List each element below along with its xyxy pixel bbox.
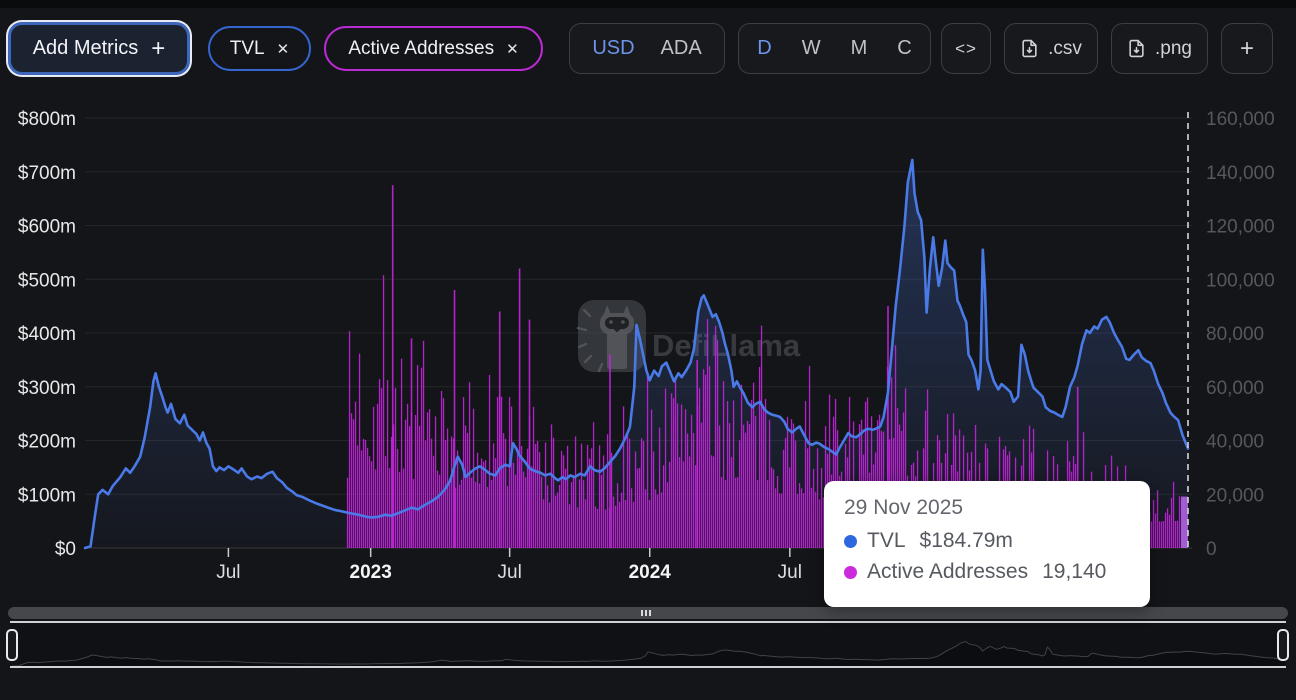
svg-text:60,000: 60,000 <box>1206 378 1264 399</box>
active-addresses-dot-icon <box>844 566 857 579</box>
tooltip-row-active-addresses: Active Addresses 19,140 <box>844 560 1130 584</box>
close-icon[interactable]: ✕ <box>506 40 519 58</box>
download-file-icon <box>1020 39 1039 58</box>
add-metrics-label: Add Metrics <box>33 37 139 60</box>
svg-text:$600m: $600m <box>18 217 76 238</box>
metric-pill-active-addresses[interactable]: Active Addresses ✕ <box>324 26 543 71</box>
highlighted-bar <box>1181 497 1188 548</box>
svg-text:160,000: 160,000 <box>1206 109 1275 130</box>
export-png-label: .png <box>1155 38 1192 60</box>
y-axis-right: 160,000 140,000 120,000 100,000 80,000 60,000… <box>1206 109 1275 560</box>
interval-option-weekly[interactable]: W <box>802 37 821 60</box>
defillama-chart-app: $800m $700m $600m $500m $400m $300m $200m $100m… <box>0 0 1296 700</box>
svg-text:$500m: $500m <box>18 270 76 291</box>
download-file-icon <box>1127 39 1146 58</box>
navigator-right-handle[interactable] <box>1277 629 1289 661</box>
svg-text:0: 0 <box>1206 539 1217 560</box>
chart-tooltip: 29 Nov 2025 TVL $184.79m Active Addresse… <box>824 481 1150 607</box>
tooltip-active-addresses-label: Active Addresses <box>867 560 1028 584</box>
plus-icon: + <box>1240 35 1254 63</box>
svg-text:$300m: $300m <box>18 378 76 399</box>
svg-text:Jul: Jul <box>778 562 802 583</box>
svg-text:$0: $0 <box>55 539 76 560</box>
currency-option-ada[interactable]: ADA <box>661 37 702 60</box>
x-axis: Jul 2023 Jul 2024 Jul <box>216 548 802 583</box>
navigator-bottom-border <box>10 666 1286 668</box>
code-icon: <> <box>955 39 977 59</box>
currency-option-usd[interactable]: USD <box>592 37 634 60</box>
tvl-dot-icon <box>844 535 857 548</box>
svg-text:$800m: $800m <box>18 109 76 130</box>
svg-text:$100m: $100m <box>18 485 76 506</box>
navigator-silhouette[interactable] <box>10 623 1286 666</box>
metric-pill-tvl[interactable]: TVL ✕ <box>208 26 311 71</box>
svg-text:2023: 2023 <box>350 562 392 583</box>
close-icon[interactable]: ✕ <box>277 40 290 58</box>
svg-text:$700m: $700m <box>18 163 76 184</box>
svg-text:$200m: $200m <box>18 432 76 453</box>
add-chart-button[interactable]: + <box>1221 23 1273 74</box>
currency-toggle: USD ADA <box>569 23 725 74</box>
svg-text:140,000: 140,000 <box>1206 163 1275 184</box>
navigator-left-handle[interactable] <box>6 629 18 661</box>
y-axis-left: $800m $700m $600m $500m $400m $300m $200m $100m… <box>18 109 76 560</box>
scrollbar-grip-icon[interactable] <box>641 610 651 616</box>
tooltip-date: 29 Nov 2025 <box>844 496 1130 520</box>
tooltip-tvl-value: $184.79m <box>920 529 1013 553</box>
svg-text:40,000: 40,000 <box>1206 432 1264 453</box>
add-metrics-button[interactable]: Add Metrics + <box>8 22 190 75</box>
svg-text:$400m: $400m <box>18 324 76 345</box>
tooltip-row-tvl: TVL $184.79m <box>844 529 1130 553</box>
chart-scrollbar[interactable] <box>8 607 1288 619</box>
tooltip-active-addresses-value: 19,140 <box>1042 560 1106 584</box>
metric-pill-tvl-label: TVL <box>230 38 265 60</box>
svg-text:20,000: 20,000 <box>1206 485 1264 506</box>
export-csv-label: .csv <box>1048 38 1082 60</box>
interval-toggle: D W M C <box>738 23 931 74</box>
interval-option-cumulative[interactable]: C <box>897 37 911 60</box>
svg-text:Jul: Jul <box>498 562 522 583</box>
interval-option-daily[interactable]: D <box>757 37 771 60</box>
defillama-watermark: DefiLlama <box>578 300 801 372</box>
export-csv-button[interactable]: .csv <box>1004 23 1098 74</box>
svg-text:Jul: Jul <box>216 562 240 583</box>
svg-text:100,000: 100,000 <box>1206 270 1275 291</box>
export-png-button[interactable]: .png <box>1111 23 1208 74</box>
navigator-top-border <box>10 621 1286 623</box>
interval-option-monthly[interactable]: M <box>851 37 868 60</box>
metric-pill-active-addresses-label: Active Addresses <box>348 38 494 60</box>
embed-code-button[interactable]: <> <box>941 23 991 74</box>
svg-text:2024: 2024 <box>629 562 672 583</box>
svg-text:80,000: 80,000 <box>1206 324 1264 345</box>
top-strip <box>0 0 1296 8</box>
plus-icon: + <box>151 35 165 63</box>
tooltip-tvl-label: TVL <box>867 529 906 553</box>
svg-text:120,000: 120,000 <box>1206 217 1275 238</box>
